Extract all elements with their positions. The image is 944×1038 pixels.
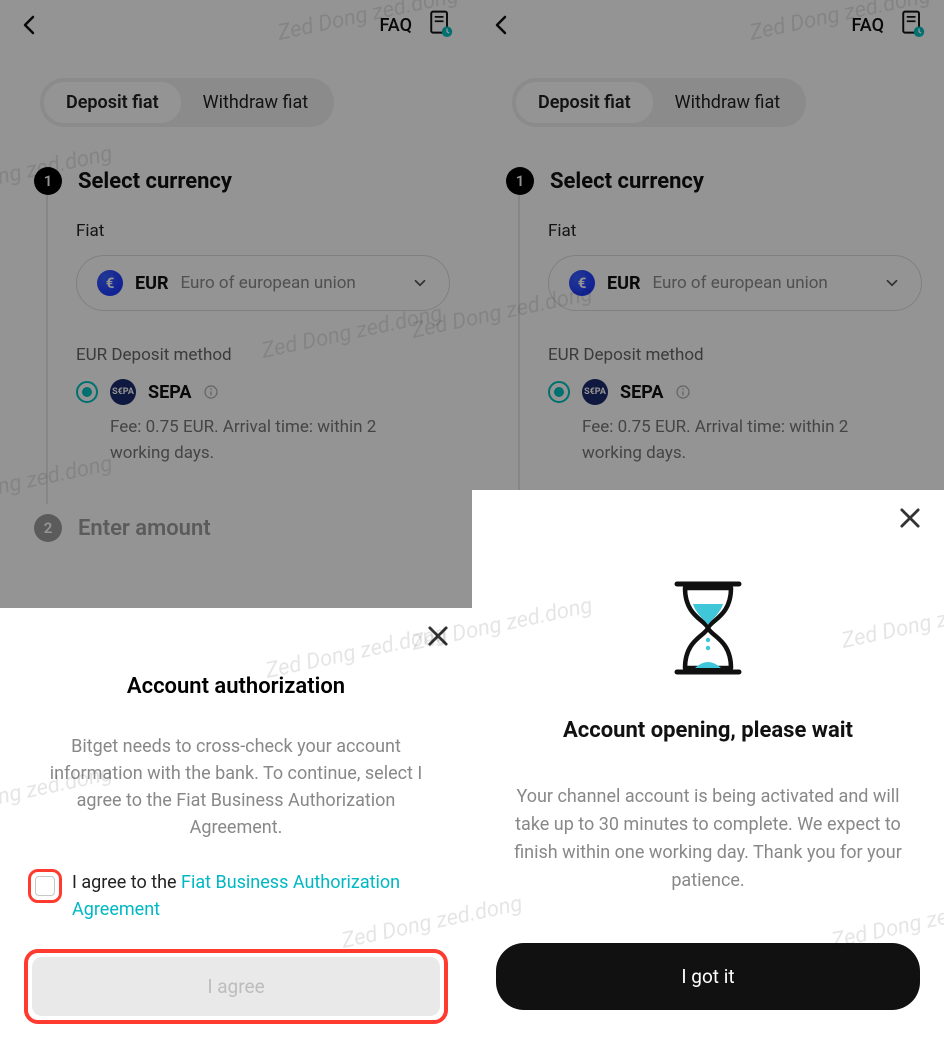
sheet-title: Account opening, please wait bbox=[496, 718, 920, 743]
close-sheet-button[interactable] bbox=[424, 622, 452, 650]
agree-button-highlight: I agree bbox=[24, 949, 448, 1024]
overlay-dim bbox=[0, 0, 472, 608]
hourglass-icon bbox=[496, 578, 920, 678]
agreement-prefix: I agree to the bbox=[72, 872, 181, 893]
got-it-button[interactable]: I got it bbox=[496, 943, 920, 1010]
sheet-title: Account authorization bbox=[24, 674, 448, 699]
sheet-body: Your channel account is being activated … bbox=[496, 783, 920, 895]
right-screen: FAQ Deposit fiat Withdraw fiat 1 Select … bbox=[472, 0, 944, 1038]
account-opening-sheet: Account opening, please wait Your channe… bbox=[472, 490, 944, 1038]
agreement-checkbox[interactable] bbox=[35, 876, 55, 896]
close-icon bbox=[424, 622, 452, 650]
agree-button[interactable]: I agree bbox=[32, 957, 440, 1016]
close-icon bbox=[896, 504, 924, 532]
close-sheet-button[interactable] bbox=[896, 504, 924, 532]
agreement-row: I agree to the Fiat Business Authorizati… bbox=[24, 869, 448, 923]
left-screen: FAQ Deposit fiat Withdraw fiat 1 Select … bbox=[0, 0, 472, 1038]
overlay-dim bbox=[472, 0, 944, 490]
sheet-body: Bitget needs to cross-check your account… bbox=[24, 733, 448, 841]
agreement-text: I agree to the Fiat Business Authorizati… bbox=[72, 869, 444, 923]
authorization-sheet: Account authorization Bitget needs to cr… bbox=[0, 608, 472, 1038]
checkbox-highlight bbox=[28, 869, 62, 903]
